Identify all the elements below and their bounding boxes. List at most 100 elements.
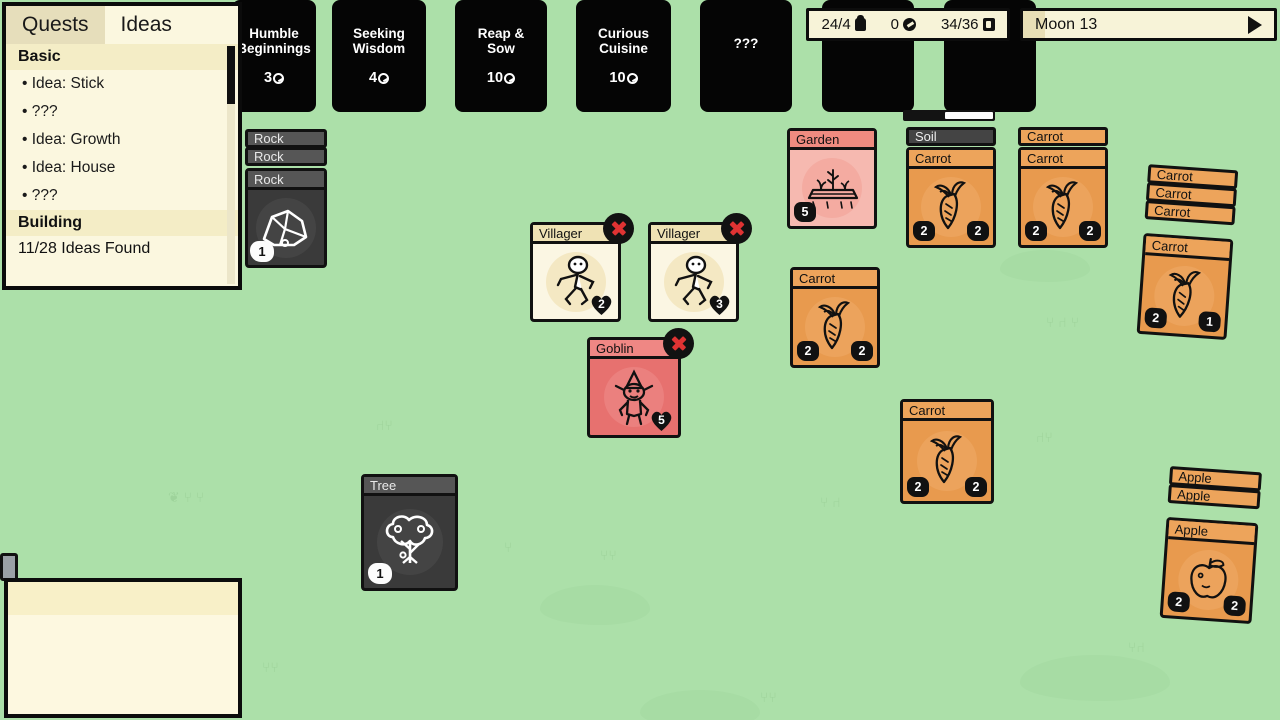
card-title: Rock bbox=[248, 171, 324, 190]
list-item[interactable]: • Idea: Growth bbox=[6, 126, 238, 154]
hud-deck-value: 34/36 bbox=[940, 16, 979, 33]
bg-grass-tuft: ⑂⑂ bbox=[600, 547, 617, 563]
villager-card[interactable]: Villager 2 bbox=[530, 213, 634, 322]
deck-icon bbox=[982, 18, 995, 31]
tab-ideas[interactable]: Ideas bbox=[105, 6, 188, 44]
card-title: Carrot bbox=[909, 150, 993, 169]
count-badge-left: 2 bbox=[1144, 307, 1168, 329]
hud-pack-value: 24/4 bbox=[821, 16, 851, 33]
bg-grass-tuft: ⑂ bbox=[504, 539, 513, 555]
quest-card-title: ??? bbox=[733, 36, 759, 51]
bg-grass-tuft: ⑁⑂ bbox=[376, 417, 393, 433]
log-panel-tab[interactable] bbox=[0, 553, 18, 581]
quest-card-cost: 10 bbox=[609, 70, 638, 86]
bg-grass-tuft: ⑂ ⑁ ⑂ bbox=[1046, 314, 1079, 330]
progress-bar-fill bbox=[945, 112, 993, 119]
quest-card-cost: 4 bbox=[368, 70, 390, 86]
bg-bush bbox=[1020, 655, 1170, 701]
panel-scrollbar-thumb[interactable] bbox=[227, 46, 235, 104]
moon-progress-bar[interactable]: Moon 13 bbox=[1020, 8, 1277, 41]
quest-card-cost: 3 bbox=[263, 70, 285, 86]
resource-hud: 24/4 0 34/36 bbox=[806, 8, 1010, 41]
quest-card[interactable]: Seeking Wisdom 4 bbox=[332, 0, 426, 112]
quest-card[interactable]: ??? bbox=[700, 0, 792, 112]
card-title: Carrot bbox=[903, 402, 991, 421]
hud-deck[interactable]: 34/36 bbox=[941, 16, 995, 33]
bg-bush bbox=[540, 585, 650, 625]
quest-card-title: Humble Beginnings bbox=[237, 26, 311, 56]
list-item[interactable]: • ??? bbox=[6, 182, 238, 210]
bg-bush bbox=[640, 690, 760, 720]
coin-icon bbox=[903, 18, 916, 31]
progress-bar bbox=[903, 110, 995, 121]
count-badge-left: 2 bbox=[907, 477, 929, 497]
carrot-card[interactable]: Carrot 2 2 bbox=[900, 399, 994, 504]
carrot-stack-card[interactable]: Carrot Carrot 2 2 bbox=[1018, 127, 1108, 248]
ideas-panel: Quests Ideas Basic • Idea: Stick • ??? •… bbox=[2, 2, 242, 290]
quest-cost-value: 10 bbox=[609, 70, 626, 86]
count-badge-left: 2 bbox=[797, 341, 819, 361]
close-icon[interactable] bbox=[721, 213, 752, 244]
stack-label: Rock bbox=[245, 147, 327, 166]
list-item[interactable]: • ??? bbox=[6, 98, 238, 126]
bg-grass-tuft: ⑂ ⑁ bbox=[820, 494, 841, 510]
panel-tab-bar: Quests Ideas bbox=[6, 6, 238, 44]
count-badge: 5 bbox=[794, 202, 816, 222]
card-title: Carrot bbox=[793, 270, 877, 289]
card-title: Carrot bbox=[1021, 150, 1105, 169]
carrot-stack-card[interactable]: Carrot Carrot Carrot Carrot 2 1 bbox=[1136, 164, 1239, 341]
quest-cost-value: 3 bbox=[263, 70, 273, 86]
bg-bush bbox=[1000, 250, 1090, 282]
quest-card-cost: 10 bbox=[486, 70, 516, 86]
backpack-icon bbox=[854, 15, 866, 31]
count-badge-left: 2 bbox=[913, 221, 935, 241]
section-heading-building: Building bbox=[6, 210, 238, 236]
log-panel bbox=[4, 578, 242, 718]
tree-icon bbox=[385, 515, 433, 564]
list-item[interactable]: • Idea: House bbox=[6, 154, 238, 182]
rock-stack[interactable]: Rock Rock Rock 1 bbox=[245, 129, 327, 268]
quest-card[interactable]: Curious Cuisine 10 bbox=[576, 0, 671, 112]
health-badge: 2 bbox=[589, 293, 614, 316]
villager-card[interactable]: Villager 3 bbox=[648, 213, 752, 322]
quest-cost-value: 4 bbox=[368, 70, 378, 86]
apple-stack-card[interactable]: Apple Apple Apple 2 2 bbox=[1159, 466, 1262, 625]
hud-coins-value: 0 bbox=[890, 16, 899, 33]
close-icon[interactable] bbox=[663, 328, 694, 359]
stack-label: Rock bbox=[245, 129, 327, 148]
count-badge-right: 2 bbox=[965, 477, 987, 497]
health-badge: 5 bbox=[649, 409, 674, 432]
coin-icon bbox=[626, 72, 638, 84]
health-badge: 3 bbox=[707, 293, 732, 316]
hud-coins[interactable]: 0 bbox=[891, 16, 916, 33]
carrot-card[interactable]: Carrot 2 2 bbox=[790, 267, 880, 368]
close-icon[interactable] bbox=[603, 213, 634, 244]
coin-icon bbox=[378, 72, 390, 84]
panel-body: Basic • Idea: Stick • ??? • Idea: Growth… bbox=[6, 44, 238, 286]
quest-cost-value: 10 bbox=[486, 70, 504, 86]
goblin-card[interactable]: Goblin 5 bbox=[587, 328, 694, 438]
tab-quests[interactable]: Quests bbox=[6, 6, 105, 44]
tree-card[interactable]: Tree 1 bbox=[361, 474, 458, 591]
count-badge-left: 2 bbox=[1167, 591, 1191, 613]
quest-card[interactable]: Humble Beginnings 3 bbox=[232, 0, 316, 112]
count-badge: 1 bbox=[250, 241, 274, 262]
quest-card-title: Reap & Sow bbox=[477, 26, 525, 56]
bg-grass-tuft: ⑁⑂ bbox=[1036, 429, 1053, 445]
count-badge-right: 2 bbox=[967, 221, 989, 241]
bg-grass-tuft: ⑂⑂ bbox=[262, 659, 279, 675]
bg-grass-tuft: ❦ ⑂ ⑂ bbox=[168, 489, 205, 505]
hud-pack[interactable]: 24/4 bbox=[821, 15, 866, 33]
count-badge: 1 bbox=[368, 563, 392, 584]
coin-icon bbox=[273, 72, 285, 84]
moon-label: Moon 13 bbox=[1035, 15, 1098, 33]
play-triangle-icon[interactable] bbox=[1248, 15, 1262, 34]
count-badge-left: 2 bbox=[1025, 221, 1047, 241]
quest-card[interactable]: Reap & Sow 10 bbox=[455, 0, 547, 112]
garden-card[interactable]: Garden 5 bbox=[787, 128, 877, 229]
list-item[interactable]: • Idea: Stick bbox=[6, 70, 238, 98]
soil-carrot-card[interactable]: Soil Carrot 2 2 bbox=[906, 127, 996, 248]
card-title: Tree bbox=[364, 477, 455, 496]
coin-icon bbox=[504, 72, 516, 84]
stack-label: Carrot bbox=[1018, 127, 1108, 146]
